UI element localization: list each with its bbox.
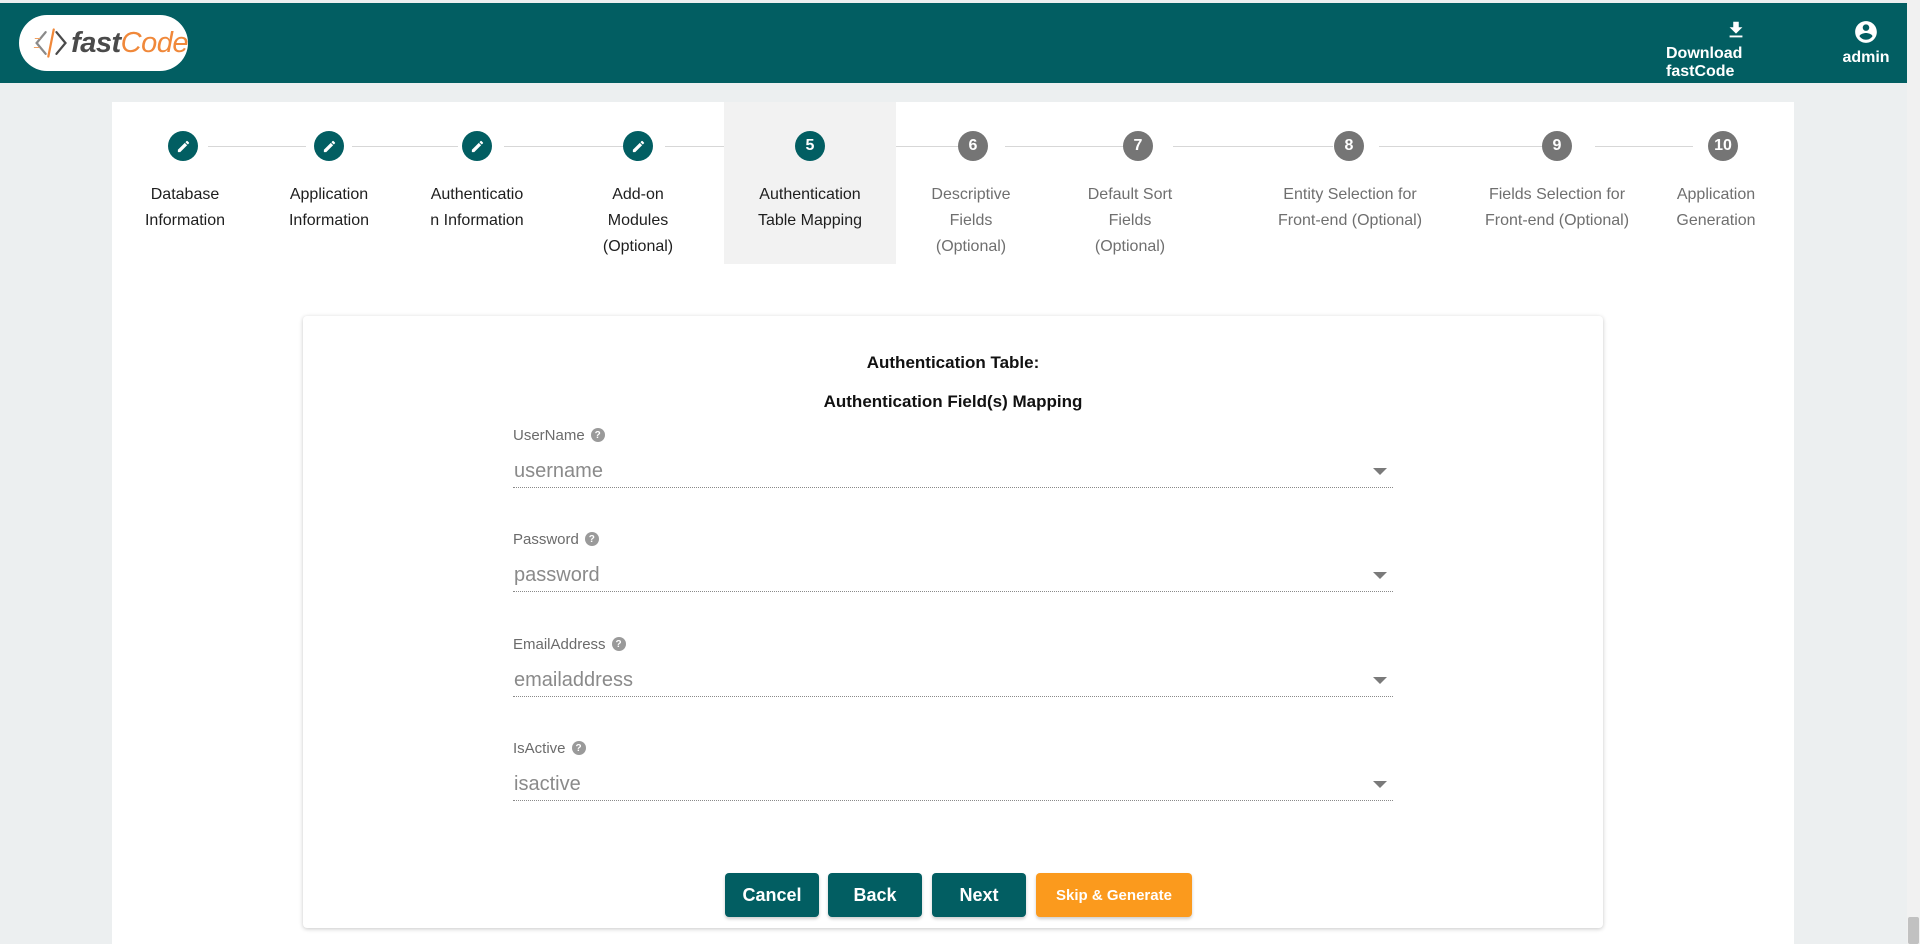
password-label-row: Password ? [513,530,1393,548]
step-1-circle [168,131,198,161]
step-10-label: Application Generation [1676,186,1756,229]
caret-down-icon [1373,572,1387,579]
step-default-sort-fields[interactable]: 7 Default Sort Fields (Optional) [1046,102,1214,264]
username-select[interactable]: username [513,456,1393,488]
download-label: Download fastCode [1666,45,1743,80]
step-6-label: Descriptive Fields (Optional) [931,186,1011,255]
step-5-circle: 5 [795,131,825,161]
next-button[interactable]: Next [932,873,1026,917]
step-10-circle: 10 [1708,131,1738,161]
help-circle-icon[interactable]: ? [611,637,626,651]
step-application-information[interactable]: Application Information [258,102,400,264]
isactive-label-row: IsActive ? [513,739,1393,757]
emailaddress-label-row: EmailAddress ? [513,635,1393,653]
step-fields-selection[interactable]: 9 Fields Selection for Front-end (Optiona… [1422,102,1638,264]
step-2-label: Application Information [288,186,370,229]
download-icon [1729,21,1743,38]
username-select-value: username [514,460,603,482]
pencil-icon [177,140,189,152]
pencil-icon [323,140,335,152]
step-application-generation[interactable]: 10 Application Generation [1638,102,1794,264]
cancel-button[interactable]: Cancel [725,873,819,917]
top-app-bar: fastCode Download fastCode admin [0,3,1907,83]
step-authentication-information[interactable]: Authenticatio n Information [400,102,554,264]
step-3-label: Authenticatio n Information [430,186,524,229]
wizard-panel: Database Information Application Informati… [112,102,1794,944]
caret-down-icon [1373,677,1387,684]
password-field: Password ? password [513,530,1393,592]
emailaddress-field: EmailAddress ? emailaddress [513,635,1393,697]
back-button[interactable]: Back [828,873,922,917]
user-menu-button[interactable]: admin [1838,19,1894,67]
username-label-row: UserName ? [513,426,1393,444]
emailaddress-label: EmailAddress [513,635,606,653]
skip-and-generate-button[interactable]: Skip & Generate [1036,873,1192,917]
step-authentication-table-mapping[interactable]: 5 Authentication Table Mapping [724,102,896,264]
auth-mapping-card: Authentication Table: Authentication Fie… [303,316,1603,928]
logo-text: fastCode [71,27,188,60]
caret-down-icon [1373,468,1387,475]
step-4-circle [623,131,653,161]
step-1-label: Database Information [144,186,226,229]
step-add-on-modules[interactable]: Add-on Modules (Optional) [554,102,722,264]
caret-down-icon [1373,781,1387,788]
username-field: UserName ? username [513,426,1393,488]
emailaddress-select-value: emailaddress [514,669,633,691]
password-label: Password [513,530,579,548]
step-9-circle: 9 [1542,131,1572,161]
help-circle-icon[interactable]: ? [571,741,586,755]
logo-text-fast: fast [71,26,121,59]
help-circle-icon[interactable]: ? [584,532,599,546]
username-label: UserName [513,426,585,444]
password-select-value: password [514,564,600,586]
step-4-label: Add-on Modules (Optional) [602,186,674,255]
isactive-select[interactable]: isactive [513,769,1393,801]
password-select[interactable]: password [513,560,1393,592]
download-fastcode-button[interactable]: Download fastCode [1666,19,1806,81]
step-descriptive-fields[interactable]: 6 Descriptive Fields (Optional) [896,102,1046,264]
step-3-circle [462,131,492,161]
user-label: admin [1842,49,1890,66]
isactive-field: IsActive ? isactive [513,739,1393,801]
account-circle-icon [1855,21,1877,43]
step-8-circle: 8 [1334,131,1364,161]
step-6-circle: 6 [958,131,988,161]
code-brackets-icon [33,28,67,58]
isactive-label: IsActive [513,739,566,757]
fastcode-logo[interactable]: fastCode [19,15,189,71]
help-circle-icon[interactable]: ? [590,428,605,442]
pencil-icon [471,140,483,152]
page-scrollbar[interactable] [1907,0,1920,944]
step-5-label: Authentication Table Mapping [757,186,863,229]
step-2-circle [314,131,344,161]
auth-table-heading: Authentication Table: [866,353,1040,372]
emailaddress-select[interactable]: emailaddress [513,665,1393,697]
step-database-information[interactable]: Database Information [112,102,258,264]
auth-mapping-heading: Authentication Field(s) Mapping [823,392,1083,411]
step-entity-selection[interactable]: 8 Entity Selection for Front-end (Optiona… [1214,102,1422,264]
step-7-circle: 7 [1123,131,1153,161]
pencil-icon [632,140,644,152]
step-9-label: Fields Selection for Front-end (Optional) [1484,186,1630,229]
logo-text-code: Code [120,26,189,59]
isactive-select-value: isactive [514,773,581,795]
step-7-label: Default Sort Fields (Optional) [1087,186,1173,255]
scrollbar-thumb[interactable] [1908,917,1919,944]
